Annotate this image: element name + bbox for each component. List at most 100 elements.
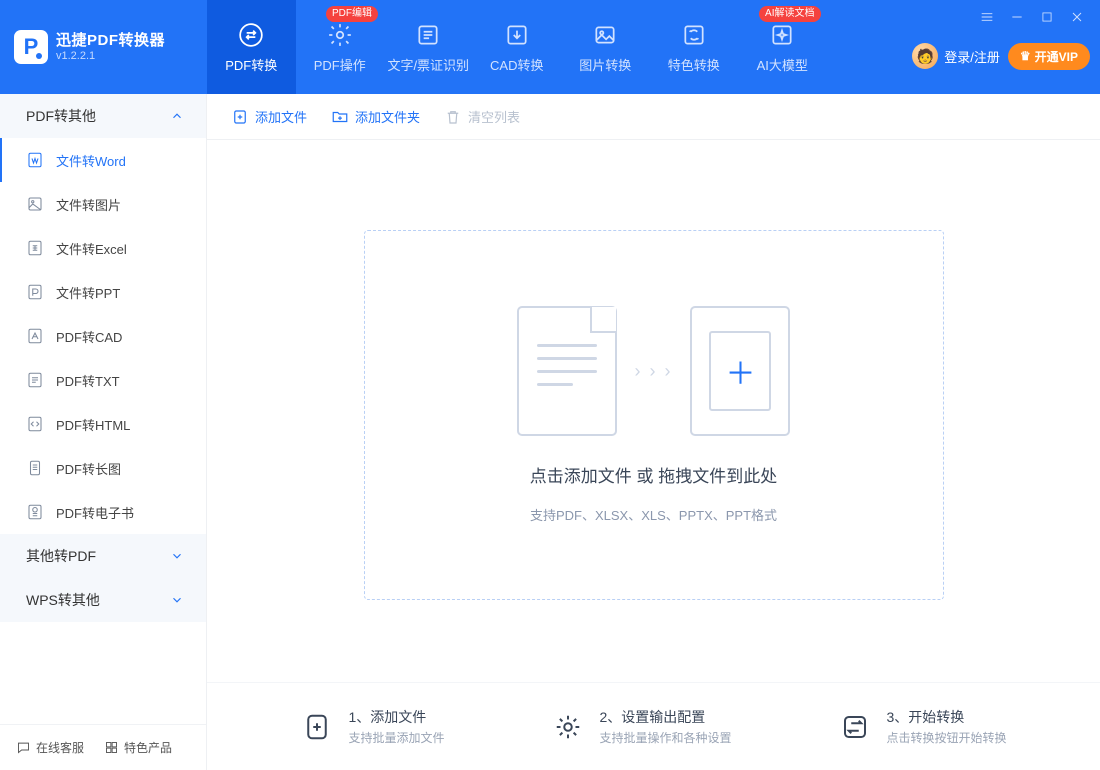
sidebar-item-label: PDF转电子书 [56,503,134,522]
sidebar-item-file-to-excel[interactable]: 文件转Excel [0,226,206,270]
step-desc: 支持批量操作和各种设置 [599,729,731,746]
txt-icon [26,371,44,389]
badge-pdf-edit: PDF编辑 [326,6,378,22]
tab-label: 文字/票证识别 [387,55,469,74]
sidebar-group-wps-to-other[interactable]: WPS转其他 [0,578,206,622]
user-area[interactable]: 🧑 登录/注册 [912,43,1000,69]
gear-icon [326,21,354,49]
tab-pdf-convert[interactable]: PDF转换 [207,0,296,94]
sidebar-item-file-to-word[interactable]: 文件转Word [0,138,206,182]
add-folder-button[interactable]: 添加文件夹 [331,107,420,126]
sidebar-item-pdf-to-longimage[interactable]: PDF转长图 [0,446,206,490]
sparkle-icon [768,21,796,49]
logo-area: P 迅捷PDF转换器 v1.2.2.1 [0,0,207,94]
sidebar-item-label: 文件转PPT [56,283,120,302]
tab-pdf-operate[interactable]: PDF编辑 PDF操作 [296,0,385,94]
support-label: 在线客服 [36,739,84,756]
chat-icon [16,740,31,755]
excel-icon [26,239,44,257]
sidebar-item-pdf-to-cad[interactable]: PDF转CAD [0,314,206,358]
tab-special-convert[interactable]: 特色转换 [650,0,739,94]
badge-ai-read: AI解读文档 [759,6,820,22]
step-settings-icon [551,710,585,744]
tab-label: AI大模型 [757,55,808,74]
sidebar-item-file-to-ppt[interactable]: 文件转PPT [0,270,206,314]
tab-label: CAD转换 [490,55,543,74]
long-image-icon [26,459,44,477]
open-vip-button[interactable]: ♛ 开通VIP [1008,43,1090,70]
login-link[interactable]: 登录/注册 [944,47,1000,66]
step-3: 3、开始转换 点击转换按钮开始转换 [838,707,1006,746]
step-title: 2、设置输出配置 [599,707,731,727]
sidebar-group-other-to-pdf[interactable]: 其他转PDF [0,534,206,578]
dropzone-subtitle: 支持PDF、XLSX、XLS、PPTX、PPT格式 [530,505,777,524]
refresh-icon [680,21,708,49]
sidebar-item-label: 文件转Word [56,151,126,170]
step-convert-icon [838,710,872,744]
tab-ai-model[interactable]: AI解读文档 AI大模型 [738,0,827,94]
sidebar: PDF转其他 文件转Word 文件转图片 文件转Excel 文件转PPT PDF… [0,94,207,770]
sidebar-item-label: PDF转TXT [56,371,120,390]
add-target-icon: ＋ [690,306,790,436]
sidebar-item-label: PDF转HTML [56,415,130,434]
download-icon [503,21,531,49]
step-desc: 支持批量添加文件 [348,729,444,746]
trash-icon [444,108,462,126]
sidebar-item-label: 文件转图片 [56,195,121,214]
add-folder-icon [331,108,349,126]
sidebar-item-pdf-to-ebook[interactable]: PDF转电子书 [0,490,206,534]
chevron-up-icon [170,109,184,123]
step-1: 1、添加文件 支持批量添加文件 [300,707,444,746]
main-area: 添加文件 添加文件夹 清空列表 › › › ＋ [207,94,1100,770]
chevron-down-icon [170,549,184,563]
avatar-icon: 🧑 [912,43,938,69]
chevron-down-icon [170,593,184,607]
minimize-button[interactable] [1002,6,1032,28]
image-file-icon [26,195,44,213]
menu-button[interactable] [972,6,1002,28]
tab-cad-convert[interactable]: CAD转换 [473,0,562,94]
tab-label: 特色转换 [668,55,720,74]
add-file-button[interactable]: 添加文件 [231,107,307,126]
featured-link[interactable]: 特色产品 [104,739,172,756]
arrow-right-icon: › › › [635,361,673,382]
clear-list-button[interactable]: 清空列表 [444,107,520,126]
ppt-icon [26,283,44,301]
group-title: PDF转其他 [26,106,96,126]
support-link[interactable]: 在线客服 [16,739,84,756]
sidebar-item-file-to-image[interactable]: 文件转图片 [0,182,206,226]
sidebar-item-pdf-to-txt[interactable]: PDF转TXT [0,358,206,402]
header-tabs: PDF转换 PDF编辑 PDF操作 文字/票证识别 CAD转换 图片转换 特色转… [207,0,827,94]
featured-label: 特色产品 [124,739,172,756]
ebook-icon [26,503,44,521]
clear-list-label: 清空列表 [468,107,520,126]
sidebar-group-pdf-to-other[interactable]: PDF转其他 [0,94,206,138]
sidebar-item-pdf-to-html[interactable]: PDF转HTML [0,402,206,446]
tab-label: PDF操作 [314,55,366,74]
tab-ocr[interactable]: 文字/票证识别 [384,0,473,94]
sidebar-item-label: 文件转Excel [56,239,127,258]
sidebar-item-label: PDF转长图 [56,459,121,478]
app-version: v1.2.2.1 [56,50,165,63]
step-title: 3、开始转换 [886,707,1006,727]
add-file-icon [231,108,249,126]
dropzone-title: 点击添加文件 或 拖拽文件到此处 [530,462,777,487]
image-icon [591,21,619,49]
close-button[interactable] [1062,6,1092,28]
app-logo-icon: P [14,30,48,64]
add-file-label: 添加文件 [255,107,307,126]
tab-image-convert[interactable]: 图片转换 [561,0,650,94]
word-icon [26,151,44,169]
step-desc: 点击转换按钮开始转换 [886,729,1006,746]
group-title: WPS转其他 [26,590,100,610]
group-title: 其他转PDF [26,546,96,566]
maximize-button[interactable] [1032,6,1062,28]
sidebar-footer: 在线客服 特色产品 [0,724,206,770]
grid-icon [104,740,119,755]
window-controls [972,6,1092,28]
steps-bar: 1、添加文件 支持批量添加文件 2、设置输出配置 支持批量操作和各种设置 3、开… [207,682,1100,770]
file-dropzone[interactable]: › › › ＋ 点击添加文件 或 拖拽文件到此处 支持PDF、XLSX、XLS、… [364,230,944,600]
tab-label: 图片转换 [579,55,631,74]
cad-icon [26,327,44,345]
toolbar: 添加文件 添加文件夹 清空列表 [207,94,1100,140]
